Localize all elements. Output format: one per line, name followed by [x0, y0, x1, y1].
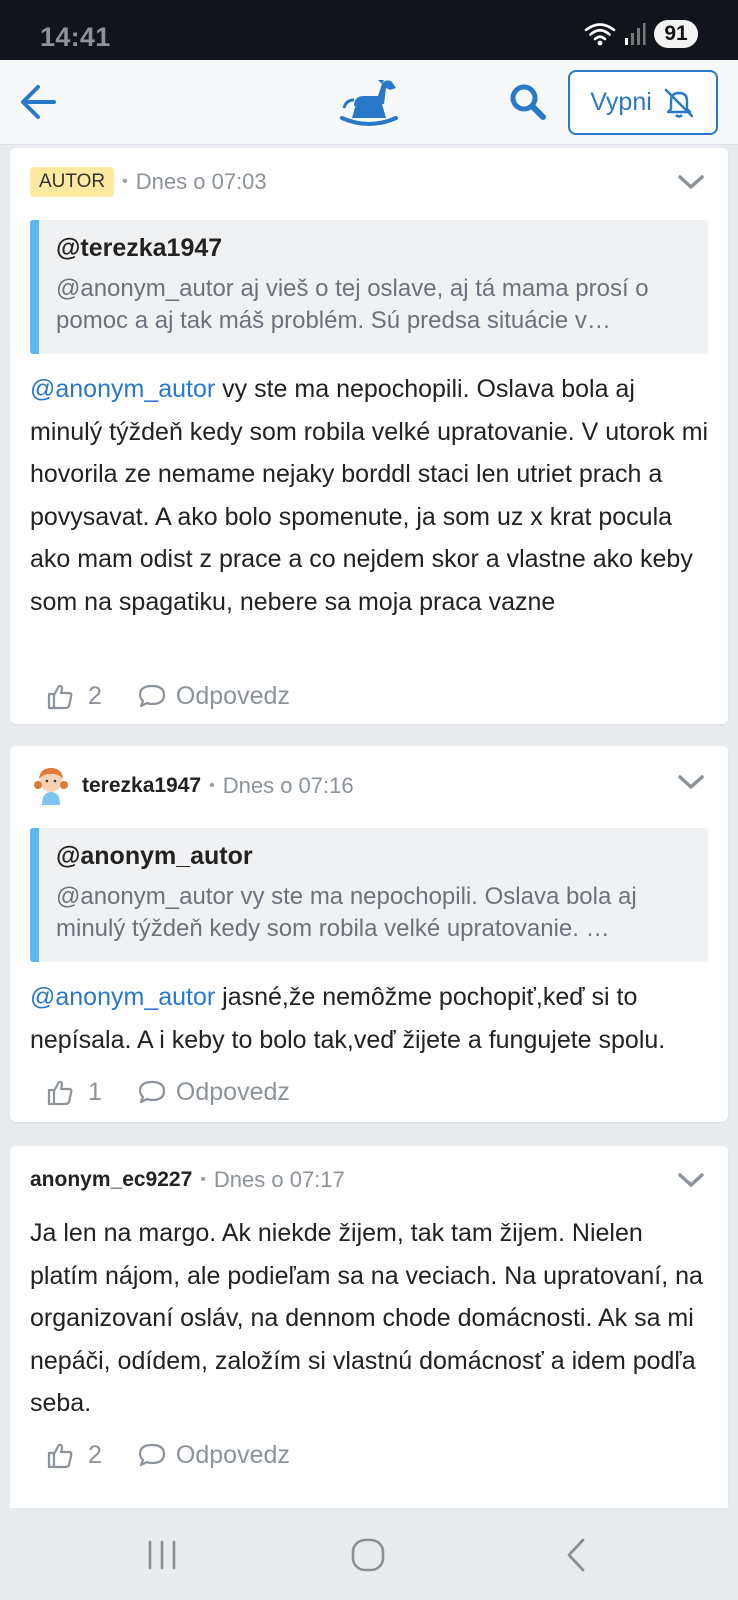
wifi-icon — [584, 23, 616, 46]
like-count: 2 — [88, 1440, 102, 1469]
like-button[interactable]: 1 — [46, 1078, 102, 1107]
quote-text: @anonym_autor vy ste ma nepochopili. Osl… — [56, 883, 637, 942]
quote-username: @anonym_autor — [56, 842, 253, 870]
comment-actions: 2 Odpovedz — [46, 676, 290, 716]
mention-link[interactable]: @anonym_autor — [30, 983, 215, 1011]
back-button[interactable] — [16, 80, 60, 124]
comment-actions: 2 Odpovedz — [46, 1435, 290, 1475]
bell-off-icon — [664, 88, 694, 118]
chevron-down-icon[interactable] — [676, 767, 706, 797]
home-icon — [351, 1538, 385, 1572]
reply-label: Odpovedz — [175, 681, 290, 710]
comment-time: Dnes o 07:17 — [213, 1167, 345, 1192]
comment-actions: 1 Odpovedz — [46, 1072, 290, 1112]
reply-label: Odpovedz — [175, 1440, 290, 1469]
speech-bubble-icon — [138, 1443, 166, 1467]
mention-link[interactable]: @anonym_autor — [30, 375, 215, 403]
reply-label: Odpovedz — [175, 1077, 290, 1106]
comment-card: AUTOR • Dnes o 07:03 @terezka1947 @anony… — [10, 148, 728, 724]
comment-time: Dnes o 07:03 — [135, 169, 267, 194]
search-icon — [510, 84, 546, 120]
author-badge: AUTOR — [30, 167, 115, 197]
thumbs-up-icon — [47, 1080, 73, 1106]
search-button[interactable] — [506, 80, 550, 124]
system-nav-bar — [0, 1508, 738, 1600]
reply-button[interactable]: Odpovedz — [138, 1441, 290, 1470]
avatar[interactable] — [30, 765, 72, 807]
chevron-down-icon[interactable] — [676, 1165, 706, 1195]
rocking-horse-logo[interactable] — [338, 74, 400, 130]
reply-button[interactable]: Odpovedz — [138, 682, 290, 711]
speech-bubble-icon — [138, 684, 166, 708]
like-count: 2 — [88, 681, 102, 710]
vypni-label: Vypni — [590, 88, 652, 116]
like-button[interactable]: 2 — [46, 1441, 102, 1470]
app-bar: Vypni — [0, 60, 738, 145]
back-arrow-icon — [21, 85, 56, 119]
vypni-notifications-button[interactable]: Vypni — [568, 70, 718, 135]
like-count: 1 — [88, 1077, 102, 1106]
quoted-comment[interactable]: @terezka1947 @anonym_autor aj vieš o tej… — [30, 220, 708, 354]
comment-username[interactable]: terezka1947 — [82, 774, 201, 798]
recent-apps-icon — [148, 1540, 176, 1570]
comment-card: anonym_ec9227 • Dnes o 07:17 Ja len na m… — [10, 1146, 728, 1508]
comment-feed[interactable]: AUTOR • Dnes o 07:03 @terezka1947 @anony… — [0, 146, 738, 1508]
comment-text: @anonym_autor vy ste ma nepochopili. Osl… — [30, 375, 709, 616]
recent-apps-button[interactable] — [132, 1530, 192, 1580]
quote-text: @anonym_autor aj vieš o tej oslave, aj t… — [56, 275, 649, 334]
battery-icon: 91 — [654, 20, 698, 48]
chevron-down-icon[interactable] — [676, 167, 706, 197]
comment-text: @anonym_autor jasné,že nemôžme pochopiť,… — [30, 983, 666, 1054]
status-time: 14:41 — [40, 22, 111, 52]
thumbs-up-icon — [47, 1443, 73, 1469]
thumbs-up-icon — [47, 684, 73, 710]
like-button[interactable]: 2 — [46, 682, 102, 711]
comment-card: terezka1947 • Dnes o 07:16 @anonym_autor… — [10, 746, 728, 1122]
status-bar: 14:41 91 — [0, 0, 738, 60]
speech-bubble-icon — [138, 1080, 166, 1104]
comment-text: Ja len na margo. Ak niekde žijem, tak ta… — [30, 1219, 703, 1417]
quoted-comment[interactable]: @anonym_autor @anonym_autor vy ste ma ne… — [30, 828, 708, 962]
home-button[interactable] — [338, 1530, 398, 1580]
back-chevron-icon — [567, 1538, 585, 1572]
quote-username: @terezka1947 — [56, 234, 223, 262]
back-nav-button[interactable] — [546, 1530, 606, 1580]
comment-time: Dnes o 07:16 — [222, 773, 354, 798]
comment-username[interactable]: anonym_ec9227 — [30, 1168, 192, 1192]
reply-button[interactable]: Odpovedz — [138, 1078, 290, 1107]
signal-icon — [625, 23, 646, 45]
